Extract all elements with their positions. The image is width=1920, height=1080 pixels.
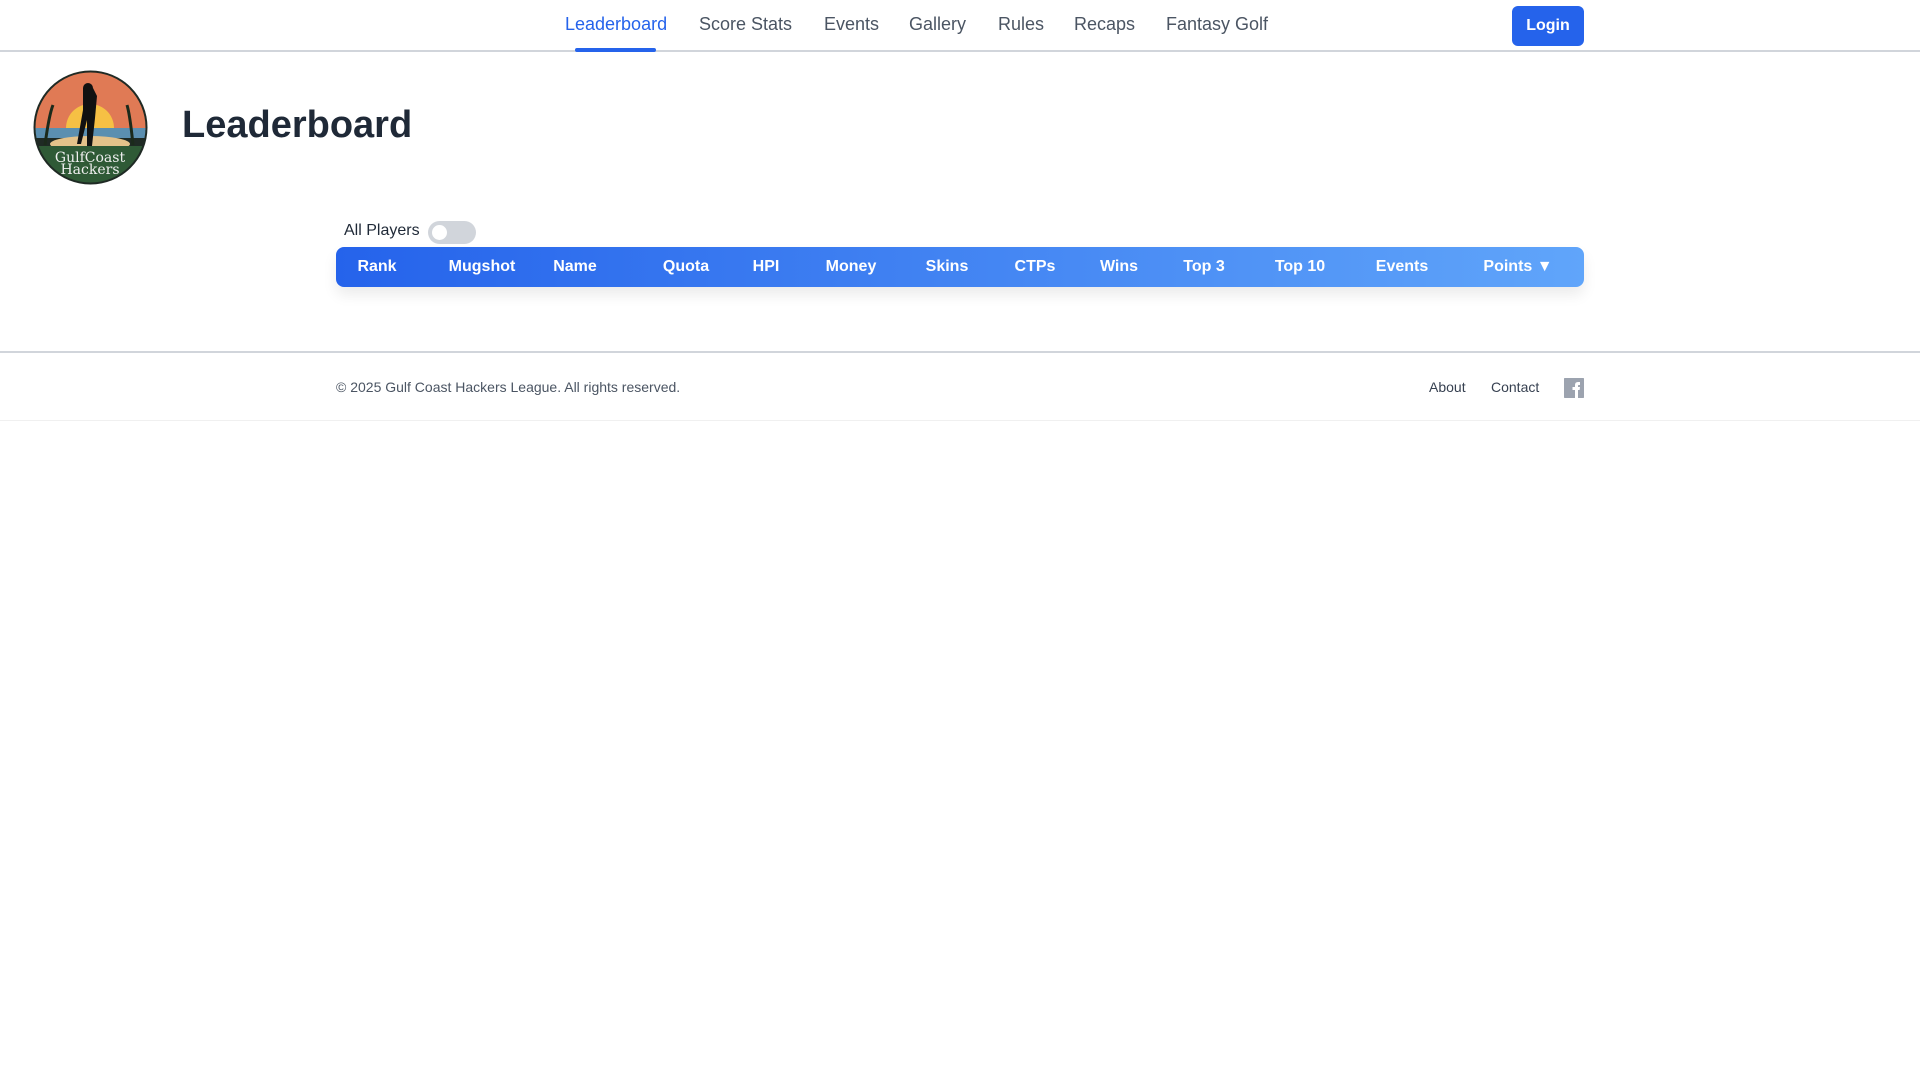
column-money[interactable]: Money xyxy=(826,258,877,276)
column-skins[interactable]: Skins xyxy=(926,258,969,276)
league-logo: GulfCoast Hackers xyxy=(33,70,148,185)
column-hpi[interactable]: HPI xyxy=(753,258,780,276)
svg-text:Hackers: Hackers xyxy=(60,162,119,178)
footer: © 2025 Gulf Coast Hackers League. All ri… xyxy=(0,351,1920,421)
toggle-knob xyxy=(432,225,447,240)
column-wins[interactable]: Wins xyxy=(1100,258,1138,276)
nav-score-stats[interactable]: Score Stats xyxy=(699,14,792,35)
column-quota[interactable]: Quota xyxy=(663,258,709,276)
footer-about-link[interactable]: About xyxy=(1429,379,1466,395)
active-tab-indicator xyxy=(575,48,656,52)
column-top10[interactable]: Top 10 xyxy=(1275,258,1325,276)
nav-fantasy-golf[interactable]: Fantasy Golf xyxy=(1166,14,1268,35)
column-points-sorted[interactable]: Points ▼ xyxy=(1483,258,1552,276)
column-mugshot[interactable]: Mugshot xyxy=(449,258,516,276)
column-events[interactable]: Events xyxy=(1376,258,1428,276)
nav-gallery[interactable]: Gallery xyxy=(909,14,966,35)
footer-contact-link[interactable]: Contact xyxy=(1491,379,1539,395)
nav-rules[interactable]: Rules xyxy=(998,14,1044,35)
top-nav: Leaderboard Score Stats Events Gallery R… xyxy=(0,0,1920,52)
column-top3[interactable]: Top 3 xyxy=(1183,258,1224,276)
column-ctps[interactable]: CTPs xyxy=(1015,258,1056,276)
page-title: Leaderboard xyxy=(182,104,413,146)
nav-recaps[interactable]: Recaps xyxy=(1074,14,1135,35)
column-rank[interactable]: Rank xyxy=(357,258,396,276)
facebook-icon[interactable] xyxy=(1564,378,1584,398)
leaderboard-table-header: Rank Mugshot Name Quota HPI Money Skins … xyxy=(336,247,1584,287)
all-players-toggle[interactable] xyxy=(428,221,476,244)
all-players-label: All Players xyxy=(344,222,420,239)
nav-events[interactable]: Events xyxy=(824,14,879,35)
copyright: © 2025 Gulf Coast Hackers League. All ri… xyxy=(336,379,681,395)
login-button[interactable]: Login xyxy=(1512,6,1584,46)
nav-leaderboard[interactable]: Leaderboard xyxy=(565,14,667,35)
column-name[interactable]: Name xyxy=(553,258,597,276)
